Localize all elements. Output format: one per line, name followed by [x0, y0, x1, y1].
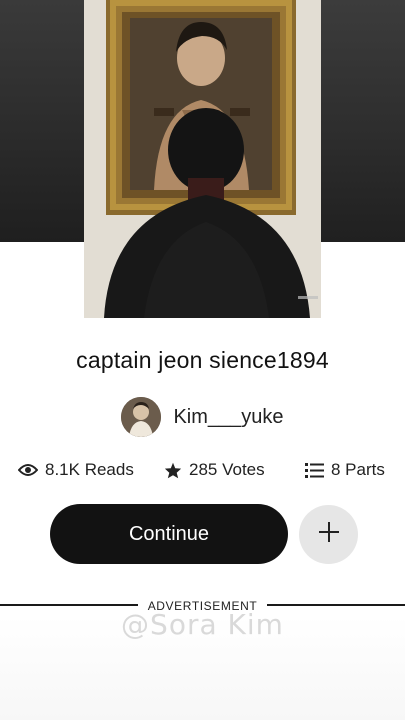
votes-stat: 285 Votes — [164, 460, 265, 480]
list-icon — [305, 462, 324, 478]
plus-icon — [318, 521, 340, 548]
parts-stat[interactable]: 8 Parts — [305, 460, 385, 480]
cover-backdrop-left — [0, 0, 84, 242]
story-cover-image[interactable] — [84, 0, 321, 318]
author-row[interactable]: Kim___yuke — [0, 396, 405, 438]
author-avatar[interactable] — [121, 397, 162, 437]
author-name[interactable]: Kim___yuke — [173, 406, 283, 429]
reads-stat: 8.1K Reads — [18, 460, 134, 480]
star-icon — [164, 462, 182, 479]
story-title: captain jeon sience1894 — [76, 347, 329, 373]
continue-reading-button[interactable]: Continue — [50, 504, 288, 564]
add-to-library-button[interactable] — [299, 505, 358, 564]
cover-backdrop-right — [320, 0, 405, 242]
votes-count: 285 Votes — [189, 460, 265, 479]
reads-count: 8.1K Reads — [45, 460, 134, 479]
continue-label: Continue — [128, 522, 210, 545]
eye-icon — [18, 463, 38, 477]
parts-count[interactable]: 8 Parts — [331, 460, 385, 480]
watermark-text: @Sora Kim — [121, 608, 284, 641]
story-stats: 8.1K Reads 285 Votes 8 Parts — [0, 460, 405, 488]
